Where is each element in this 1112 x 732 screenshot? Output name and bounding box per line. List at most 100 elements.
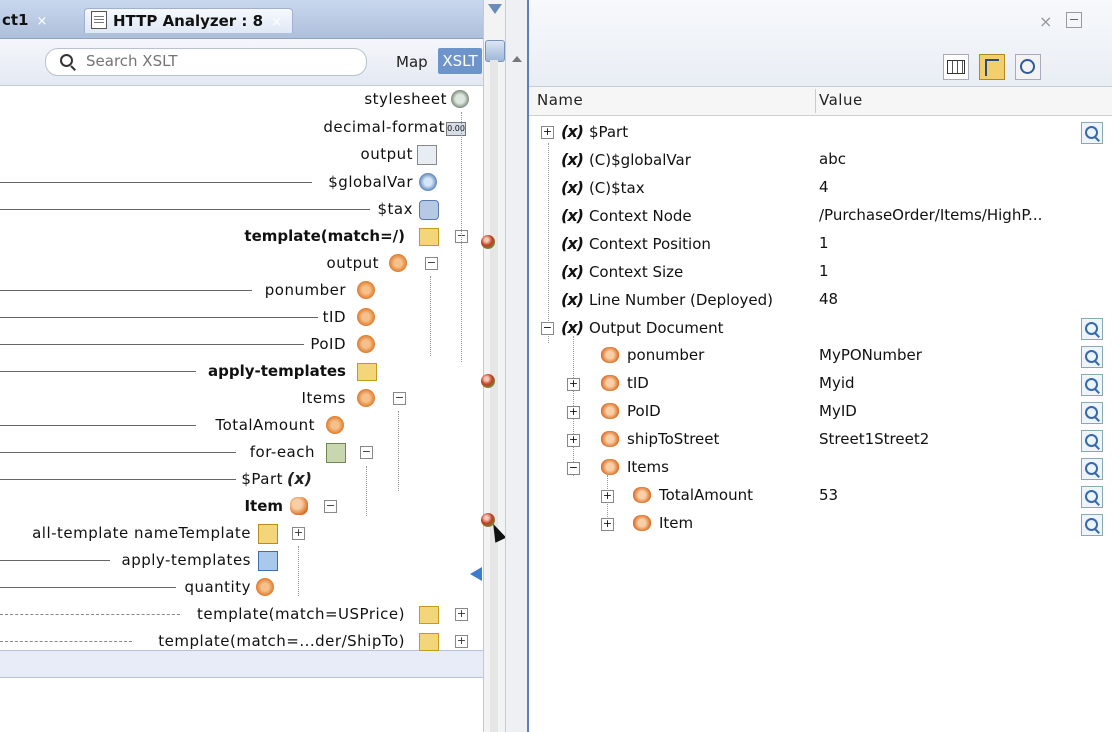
vertical-scrollbar[interactable] [505,0,528,732]
collapse-icon[interactable]: − [425,257,438,270]
collapse-icon[interactable]: − [324,500,337,513]
element-icon [601,459,619,475]
inspect-icon[interactable] [1081,122,1103,144]
table-row[interactable]: + Item [529,510,1112,538]
tree-node-apply-templates-2[interactable]: apply-templates [0,547,483,574]
tree-node-template-shipto[interactable]: template(match=...der/ShipTo) + [0,628,483,655]
table-row[interactable]: (x) (C)$globalVar abc [529,146,1112,174]
tree-node-output[interactable]: output [0,141,483,168]
search-input[interactable] [84,51,348,71]
search-icon [60,54,73,67]
tree-node-output-element[interactable]: output − [0,250,483,277]
close-icon[interactable]: × [271,15,282,30]
inspect-icon[interactable] [1081,374,1103,396]
expand-icon[interactable]: + [567,378,580,391]
tree-guide [298,546,299,596]
expand-icon[interactable]: + [601,490,614,503]
close-icon[interactable]: × [37,14,48,29]
row-name: PoID [627,402,661,420]
tree-node-quantity[interactable]: quantity [0,574,483,601]
element-icon [633,515,651,531]
row-name: shipToStreet [627,430,720,448]
table-row[interactable]: (x) Context Node /PurchaseOrder/Items/Hig… [529,202,1112,230]
tab-http-analyzer[interactable]: HTTP Analyzer : 8 × [84,8,293,33]
tree-node-template-usprice[interactable]: template(match=USPrice) + [0,601,483,628]
tree-node-tax[interactable]: $tax [0,196,483,223]
close-icon[interactable]: × [1039,12,1052,31]
table-row[interactable]: (x) Line Number (Deployed) 48 [529,286,1112,314]
tree-node-global-var[interactable]: $globalVar [0,169,483,196]
column-header-name[interactable]: Name [537,91,583,109]
expand-icon[interactable]: + [601,518,614,531]
table-row[interactable]: + tID Myid [529,370,1112,398]
search-box[interactable] [45,48,367,76]
element-icon [357,389,375,407]
inspect-icon[interactable] [1081,514,1103,536]
global-var-icon [419,173,437,191]
tree-node-call-template[interactable]: all-template nameTemplate + [0,520,483,547]
table-row[interactable]: − (x) Output Document [529,314,1112,342]
breakpoint-icon[interactable] [481,374,495,388]
connector-line [0,371,196,372]
tree-node-item[interactable]: Item − [0,493,483,520]
table-row[interactable]: + PoID MyID [529,398,1112,426]
node-label: PoID [310,335,346,353]
expand-icon[interactable]: + [455,635,468,648]
column-divider[interactable] [815,89,816,113]
inspect-icon[interactable] [1081,346,1103,368]
inspect-icon[interactable] [1081,402,1103,424]
expand-icon[interactable]: + [292,527,305,540]
breakpoint-icon[interactable] [481,235,495,249]
breakpoint-gutter[interactable] [483,0,506,732]
tree-node-items[interactable]: Items − [0,385,483,412]
xslt-view-button[interactable]: XSLT [438,48,482,74]
tree-node-ponumber[interactable]: ponumber [0,277,483,304]
table-row[interactable]: + (x) $Part [529,118,1112,146]
expand-icon[interactable]: + [567,434,580,447]
tree-node-poid[interactable]: PoID [0,331,483,358]
xslt-editor-pane: ct1 × HTTP Analyzer : 8 × Map XSLT stylesh… [0,0,483,732]
inspect-icon[interactable] [1081,458,1103,480]
tree-node-part-variable[interactable]: $Part (x) [0,466,483,493]
element-icon [633,487,651,503]
minimize-icon[interactable] [1066,12,1082,28]
node-label: $Part [241,470,283,488]
inspect-icon[interactable] [1081,318,1103,340]
tree-node-totalamount[interactable]: TotalAmount [0,412,483,439]
tree-node-stylesheet[interactable]: stylesheet [0,86,483,113]
table-view-button[interactable] [943,54,969,80]
node-label: output [326,254,379,272]
tree-node-for-each[interactable]: for-each − [0,439,483,466]
inspect-icon[interactable] [1081,430,1103,452]
table-row[interactable]: (x) Context Position 1 [529,230,1112,258]
row-name: (C)$globalVar [588,151,691,169]
tree-node-decimal-format[interactable]: decimal-format 0.00 [0,114,483,141]
map-view-button[interactable]: Map [396,53,428,71]
tree-view-button[interactable] [979,54,1005,80]
row-value: MyPONumber [819,346,922,364]
tree-node-template-root[interactable]: template(match=/) − [0,223,483,250]
splitter-handle[interactable] [485,40,505,62]
column-header-value[interactable]: Value [819,91,863,109]
tree-node-apply-templates[interactable]: apply-templates [0,358,483,385]
expand-icon[interactable]: + [455,608,468,621]
scroll-up-icon[interactable] [512,56,522,62]
node-label: template(match=/) [244,227,405,245]
inspect-button[interactable] [1015,54,1041,80]
expand-icon[interactable]: + [541,126,554,139]
collapse-icon[interactable]: − [541,322,554,335]
table-row[interactable]: ponumber MyPONumber [529,342,1112,370]
inspect-icon[interactable] [1081,486,1103,508]
table-row[interactable]: − Items [529,454,1112,482]
table-row[interactable]: (x) (C)$tax 4 [529,174,1112,202]
collapse-icon[interactable]: − [567,462,580,475]
table-row[interactable]: (x) Context Size 1 [529,258,1112,286]
table-row[interactable]: + shipToStreet Street1Street2 [529,426,1112,454]
collapse-icon[interactable]: − [360,446,373,459]
collapse-icon[interactable]: − [393,392,406,405]
tree-node-tid[interactable]: tID [0,304,483,331]
chevron-down-icon[interactable] [488,4,502,14]
table-row[interactable]: + TotalAmount 53 [529,482,1112,510]
expand-icon[interactable]: + [567,406,580,419]
tab-project[interactable]: ct1 × [2,8,47,32]
